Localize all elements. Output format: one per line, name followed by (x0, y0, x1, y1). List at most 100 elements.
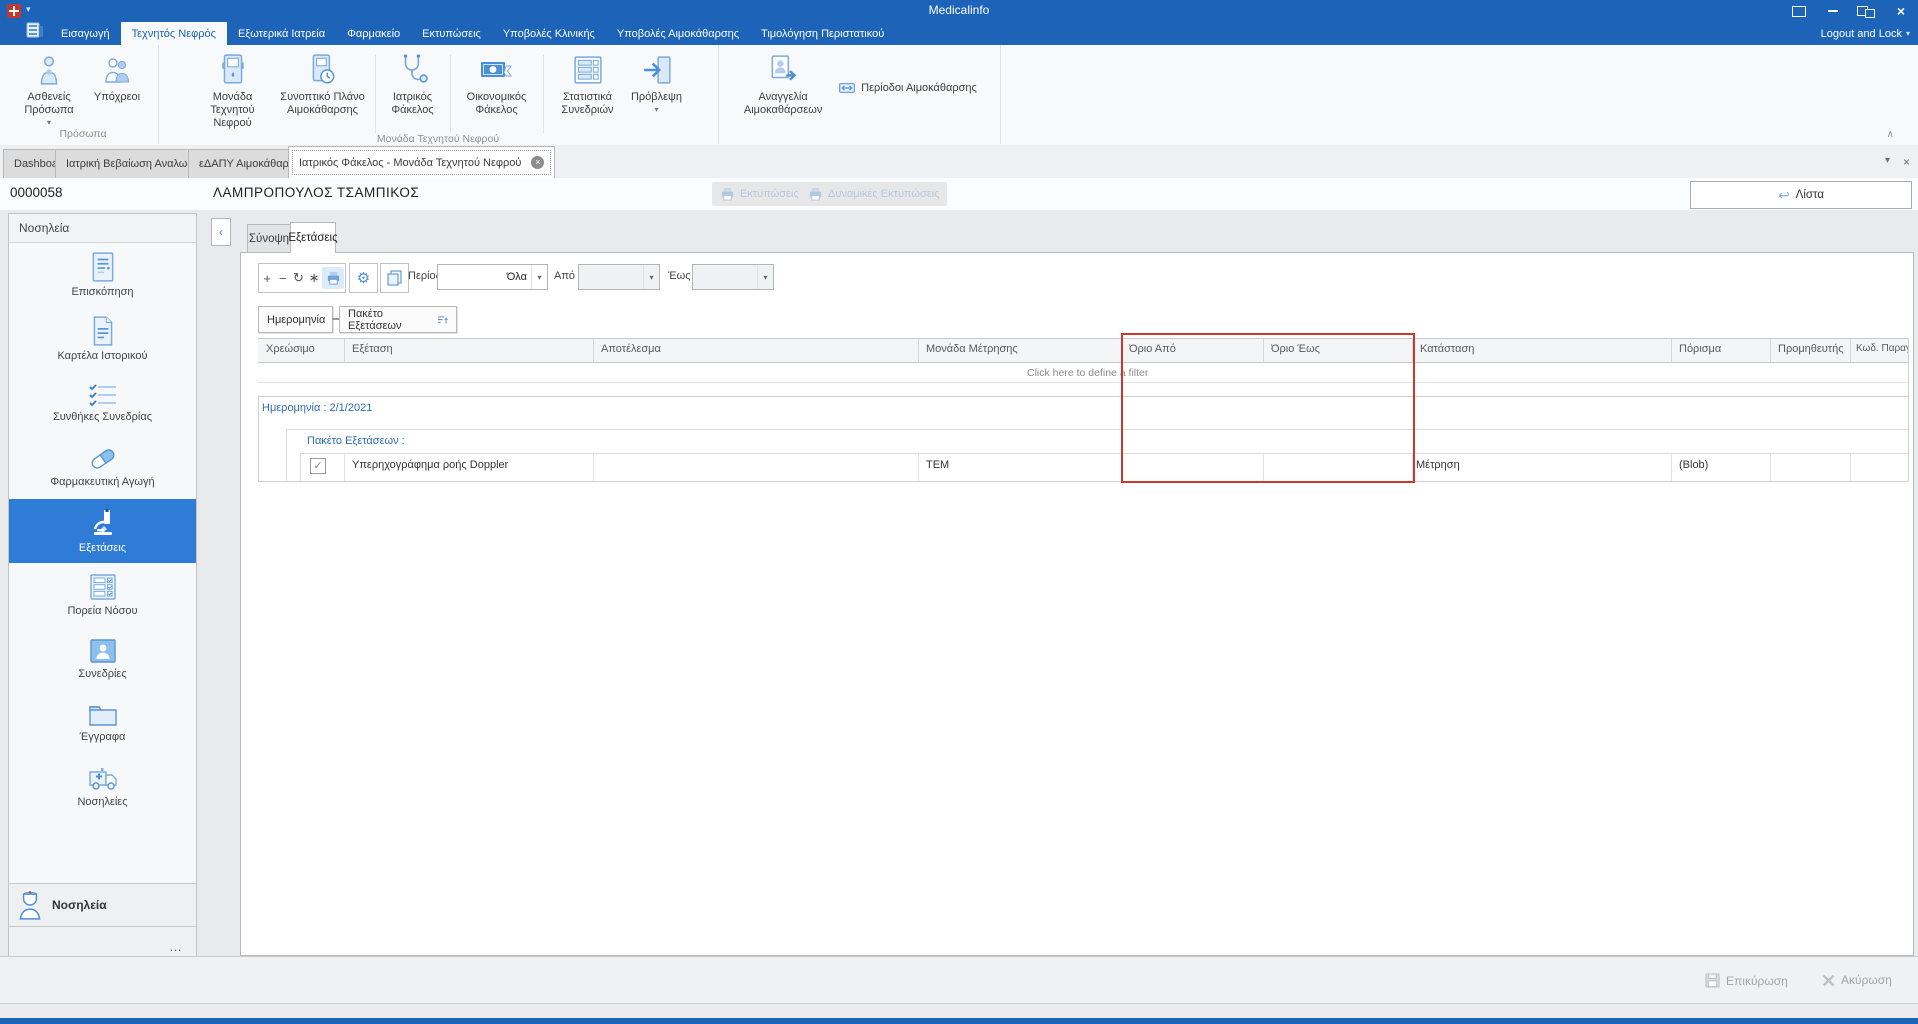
session-stats-button[interactable]: Στατιστικά Συνεδριών (550, 50, 626, 117)
list-button[interactable]: ↩ Λίστα (1690, 181, 1912, 209)
dependents-button[interactable]: Υπόχρεοι (84, 50, 150, 104)
sidebar-item-eggrafa[interactable]: Έγγραφα (9, 691, 196, 755)
to-combo[interactable]: ▾ (692, 264, 774, 290)
row-unit[interactable]: TEM (926, 459, 949, 477)
menu-tab-ektyposeis[interactable]: Εκτυπώσεις (411, 22, 492, 45)
period-value: Όλα (506, 271, 527, 283)
sidebar-item-nosileies[interactable]: Νοσηλείες (9, 755, 196, 819)
dependents-label: Υπόχρεοι (93, 91, 141, 103)
tab-close-all-icon[interactable]: × (1903, 155, 1910, 169)
sidebar-item-kartela-istorikou[interactable]: Καρτέλα Ιστορικού (9, 307, 196, 371)
print-grid-button[interactable] (322, 267, 345, 289)
menu-tab-timologisi[interactable]: Τιμολόγηση Περιστατικού (750, 22, 895, 45)
from-caret-icon[interactable]: ▾ (643, 265, 659, 289)
cancel-button[interactable]: Ακύρωση (1822, 973, 1892, 987)
sidebar-item-exetaseis[interactable]: Εξετάσεις (9, 499, 196, 563)
nurse-icon (19, 891, 41, 920)
tab-list-caret-icon[interactable]: ▾ (1885, 155, 1890, 166)
sidebar-item-label: Συνθήκες Συνεδρίας (52, 411, 153, 423)
to-caret-icon[interactable]: ▾ (757, 265, 773, 289)
periods-range-icon (839, 83, 856, 93)
doc-tab-close-icon[interactable]: × (531, 156, 545, 169)
row-finding[interactable]: (Blob) (1679, 459, 1708, 477)
forecast-button[interactable]: Πρόβλεψη ▾ (628, 50, 686, 114)
sidebar-item-poreia-nosou[interactable]: Πορεία Νόσου (9, 563, 196, 627)
period-combo[interactable]: Όλα ▾ (437, 264, 548, 290)
cancel-label: Ακύρωση (1841, 973, 1892, 987)
unit-label-1: Μονάδα (212, 91, 253, 103)
sidebar-item-synedries[interactable]: Συνεδρίες (9, 627, 196, 691)
restore-button[interactable] (1850, 0, 1884, 22)
column-header-katastasi[interactable]: Κατάσταση (1420, 343, 1663, 363)
financial-file-button[interactable]: Οικονομικός Φάκελος (457, 50, 537, 117)
plan-clock-icon (309, 52, 337, 88)
column-header-apotelesma[interactable]: Αποτέλεσμα (601, 343, 901, 363)
ribbon: Ασθενείς Πρόσωπα ▾ Υπόχρεοι Πρόσωπα Μονά… (0, 45, 1918, 146)
help-screen-icon[interactable] (1782, 0, 1816, 22)
group-row-package[interactable]: Πακέτο Εξετάσεων : (307, 435, 405, 447)
menu-tab-exoterika-iatreia[interactable]: Εξωτερικά Ιατρεία (227, 22, 336, 45)
medical-file-button[interactable]: Ιατρικός Φάκελος (382, 50, 444, 117)
logout-and-lock-button[interactable]: Logout and Lock ▾ (1821, 22, 1910, 45)
printer-icon (721, 187, 734, 201)
row-exam[interactable]: Υπερηχογράφημα ροής Doppler (352, 459, 508, 477)
dynamic-print-button[interactable]: Δυναμικές Εκτυπώσεις (800, 182, 948, 206)
menu-tab-ypovoles-klinikis[interactable]: Υποβολές Κλινικής (492, 22, 606, 45)
checklist-icon (88, 384, 116, 407)
tab-synopsi[interactable]: Σύνοψη (247, 224, 291, 254)
ribbon-separator (449, 55, 451, 133)
column-header-exetasi[interactable]: Εξέταση (352, 343, 585, 363)
new-record-button[interactable]: ∗ (307, 270, 322, 286)
menu-tab-ypovoles-aimokatharsis[interactable]: Υποβολές Αιμοκάθαρσης (606, 22, 750, 45)
to-label: Έως (668, 270, 691, 282)
period-caret-icon[interactable]: ▾ (531, 265, 547, 289)
summary-plan-button[interactable]: Συνοπτικό Πλάνο Αιμοκάθαρσης (277, 50, 369, 117)
patients-label-1: Ασθενείς (27, 91, 71, 103)
patients-button[interactable]: Ασθενείς Πρόσωπα ▾ (16, 50, 82, 127)
list-label: Λίστα (1795, 189, 1825, 201)
group-row-date[interactable]: Ημερομηνία : 2/1/2021 (262, 402, 372, 414)
column-header-porisma[interactable]: Πόρισμα (1679, 343, 1764, 363)
add-row-button[interactable]: + (260, 271, 275, 286)
tab-exetaseis[interactable]: Εξετάσεις (288, 222, 338, 253)
stethoscope-icon (398, 52, 428, 88)
doc-tab-iatrikos-fakelos[interactable]: Ιατρικός Φάκελος - Μονάδα Τεχνητού Νεφρο… (288, 146, 556, 178)
confirm-button[interactable]: Επικύρωση (1705, 973, 1788, 988)
delete-row-button[interactable]: − (275, 271, 290, 286)
ribbon-collapse-chevron-icon[interactable]: ∧ (1887, 129, 1894, 140)
menu-tab-texnitos-nefros[interactable]: Τεχνητός Νεφρός (120, 22, 227, 45)
close-button[interactable]: × (1884, 0, 1918, 22)
column-header-monada-metrisis[interactable]: Μονάδα Μέτρησης (926, 343, 1114, 363)
dialysis-periods-button[interactable]: Περίοδοι Αιμοκάθαρσης (833, 76, 983, 100)
sidebar-item-farmakeftiki-agogi[interactable]: Φαρμακευτική Αγωγή (9, 435, 196, 499)
ribbon-group-caption-blank (718, 128, 1000, 144)
minimize-button[interactable] (1816, 0, 1850, 22)
sort-ascending-icon (438, 315, 448, 324)
window-title: Medicalinfo (928, 3, 990, 17)
disease-course-grid-icon (89, 574, 116, 600)
dialysis-unit-button[interactable]: Μονάδα Τεχνητού Νεφρού (191, 50, 275, 130)
sidebar-item-synthikes-synedrias[interactable]: Συνθήκες Συνεδρίας (9, 371, 196, 435)
sidebar-item-episkopisi[interactable]: Επισκόπηση (9, 243, 196, 307)
column-header-promitheytis[interactable]: Προμηθευτής (1778, 343, 1844, 363)
ribbon-group-announcements: Αναγγελία Αιμοκαθάρσεων Περίοδοι Αιμοκάθ… (718, 45, 1001, 144)
history-card-icon (93, 316, 112, 346)
app-menu-icon[interactable] (26, 22, 44, 38)
row-status[interactable]: Μέτρηση (1416, 459, 1460, 477)
groupby-date-chip[interactable]: Ημερομηνία (258, 306, 333, 333)
dialysis-announcement-button[interactable]: Αναγγελία Αιμοκαθάρσεων (735, 50, 831, 117)
from-combo[interactable]: ▾ (578, 264, 660, 290)
forecast-label: Πρόβλεψη (630, 91, 682, 103)
settings-gear-button[interactable]: ⚙ (349, 263, 378, 293)
groupby-package-chip[interactable]: Πακέτο Εξετάσεων (339, 306, 457, 333)
menu-tab-eisagogi[interactable]: Εισαγωγή (50, 22, 121, 45)
refresh-button[interactable]: ↻ (291, 270, 306, 286)
menu-tab-farmakeio[interactable]: Φαρμακείο (336, 22, 411, 45)
patient-id: 0000058 (10, 185, 63, 200)
sidebar-footer-nosileia[interactable]: Νοσηλεία (9, 883, 196, 927)
row-billable-checkbox[interactable]: ✓ (310, 458, 326, 474)
column-header-xreosimo[interactable]: Χρεώσιμο (266, 343, 336, 363)
column-header-kod-paraggelias[interactable]: Κωδ. Παραγγελίας (1856, 343, 1908, 363)
copy-pages-button[interactable] (380, 263, 409, 293)
sidebar-collapse-button[interactable]: ‹ (211, 218, 231, 246)
